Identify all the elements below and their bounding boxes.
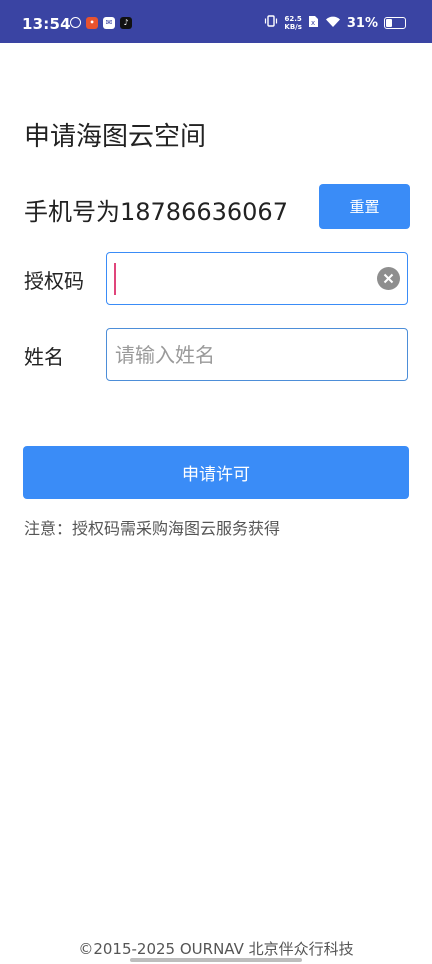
note-text: 注意：授权码需采购海图云服务获得 — [24, 519, 281, 538]
reset-button[interactable]: 重置 — [319, 184, 410, 229]
auth-code-field-box — [106, 252, 408, 305]
net-speed-unit: KB/s — [284, 23, 302, 31]
footer-copyright: ©2015-2025 OURNAV 北京伴众行科技 — [78, 940, 354, 958]
clear-icon[interactable] — [377, 267, 400, 290]
name-field-box — [106, 328, 408, 381]
status-time: 13:54 — [22, 15, 71, 33]
mail-icon: ✉ — [103, 17, 115, 29]
name-input[interactable] — [115, 329, 355, 380]
svg-text:x: x — [311, 19, 315, 27]
status-bar: 13:54 • ✉ ♪ 62.5 KB/s x 31% — [0, 0, 432, 43]
wifi-icon — [325, 15, 341, 32]
app-badge-icon: • — [86, 17, 98, 29]
tiktok-icon: ♪ — [120, 17, 132, 29]
phone-row: 手机号为18786636067 重置 — [24, 184, 410, 230]
phone-number-label: 手机号为18786636067 — [24, 198, 288, 226]
status-right: 62.5 KB/s x 31% — [264, 14, 406, 32]
auth-code-label: 授权码 — [24, 269, 84, 293]
name-label: 姓名 — [24, 345, 64, 369]
sim-icon: x — [308, 15, 319, 32]
battery-icon — [384, 17, 406, 29]
auth-code-input[interactable] — [115, 253, 355, 304]
name-row: 姓名 — [24, 328, 410, 382]
notification-icons: • ✉ ♪ — [70, 17, 132, 29]
sync-icon — [70, 17, 81, 28]
auth-code-row: 授权码 — [24, 252, 410, 306]
home-indicator[interactable] — [130, 958, 302, 962]
net-speed-value: 62.5 — [284, 15, 302, 23]
vibrate-icon — [264, 14, 278, 32]
battery-percent: 31% — [346, 15, 378, 31]
page-title: 申请海图云空间 — [24, 122, 207, 152]
apply-license-button[interactable]: 申请许可 — [23, 446, 409, 499]
net-speed: 62.5 KB/s — [284, 15, 301, 31]
